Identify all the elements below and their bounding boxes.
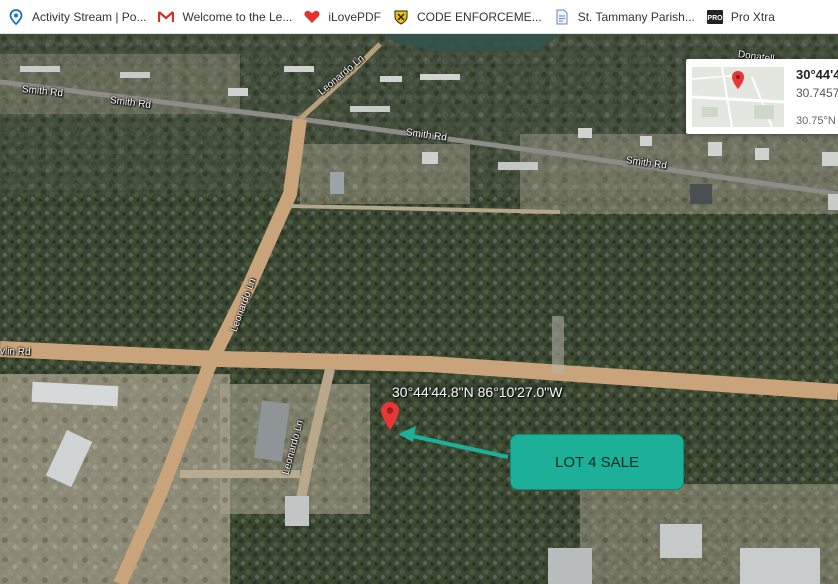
location-info-card[interactable]: 30°44'4 30.7457 30.75°N: [686, 59, 838, 134]
gmail-icon: [158, 9, 175, 25]
bookmarks-bar: Activity Stream | Po... Welcome to the L…: [0, 0, 838, 34]
card-coordinates-dms: 30°44'4: [796, 67, 838, 82]
bookmark-code-enforcement[interactable]: CODE ENFORCEME...: [389, 3, 550, 31]
document-icon: [554, 9, 570, 25]
satellite-map[interactable]: Smith Rd Smith Rd Smith Rd Smith Rd Leon…: [0, 34, 838, 584]
bookmark-label: iLovePDF: [328, 9, 382, 24]
bookmark-label: Pro Xtra: [730, 9, 775, 24]
pro-xtra-icon: PRO: [706, 9, 723, 25]
bookmark-label: CODE ENFORCEME...: [417, 9, 542, 24]
svg-text:PRO: PRO: [707, 15, 723, 22]
bookmark-gmail[interactable]: Welcome to the Le...: [154, 3, 300, 31]
card-coordinates-decimal: 30.7457: [796, 86, 838, 100]
bookmark-label: Activity Stream | Po...: [32, 9, 147, 24]
ilovepdf-icon: [304, 9, 320, 25]
code-enforcement-icon: [393, 9, 409, 25]
lot-for-sale-callout: LOT 4 SALE: [510, 434, 684, 490]
bookmark-activity-stream[interactable]: Activity Stream | Po...: [4, 3, 154, 31]
minimap-thumbnail[interactable]: [692, 67, 784, 127]
bookmark-st-tammany[interactable]: St. Tammany Parish...: [550, 3, 703, 31]
bookmark-label: Welcome to the Le...: [182, 9, 293, 24]
bookmark-pro-xtra[interactable]: PRO Pro Xtra: [703, 3, 783, 31]
road-label-wlin-rd: vlin Rd: [0, 346, 31, 359]
bookmark-ilovepdf[interactable]: iLovePDF: [300, 3, 389, 31]
location-pin-icon[interactable]: [381, 402, 399, 430]
pin-coordinates: 30°44'44.8"N 86°10'27.0"W: [392, 384, 563, 400]
bookmark-label: St. Tammany Parish...: [577, 9, 695, 24]
activity-stream-icon: [8, 8, 24, 25]
card-latitude: 30.75°N: [796, 115, 836, 127]
